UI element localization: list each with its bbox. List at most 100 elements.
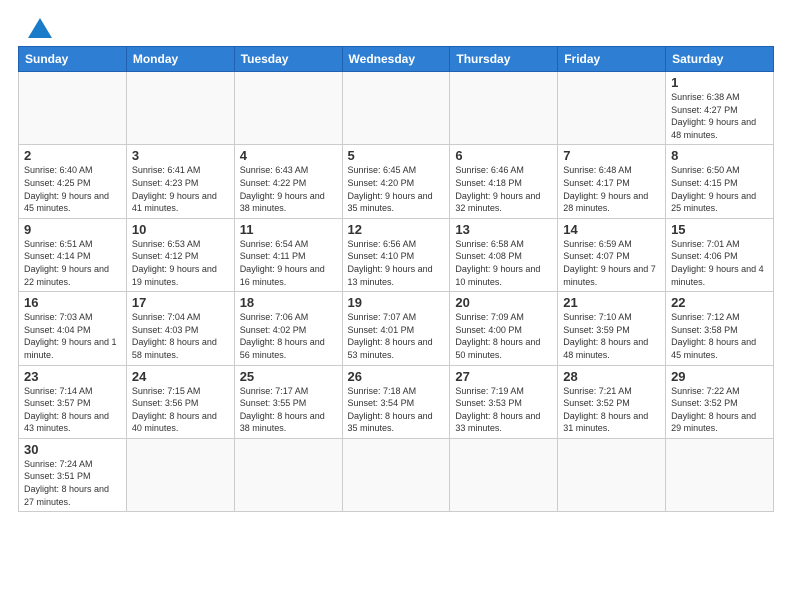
weekday-header-row: SundayMondayTuesdayWednesdayThursdayFrid… <box>19 47 774 72</box>
week-row-1: 1Sunrise: 6:38 AM Sunset: 4:27 PM Daylig… <box>19 72 774 145</box>
day-number: 12 <box>348 222 445 237</box>
day-cell: 19Sunrise: 7:07 AM Sunset: 4:01 PM Dayli… <box>342 292 450 365</box>
day-number: 9 <box>24 222 121 237</box>
day-cell: 1Sunrise: 6:38 AM Sunset: 4:27 PM Daylig… <box>666 72 774 145</box>
day-info: Sunrise: 7:19 AM Sunset: 3:53 PM Dayligh… <box>455 385 552 435</box>
day-cell: 21Sunrise: 7:10 AM Sunset: 3:59 PM Dayli… <box>558 292 666 365</box>
day-info: Sunrise: 6:59 AM Sunset: 4:07 PM Dayligh… <box>563 238 660 288</box>
header <box>18 18 774 38</box>
day-number: 10 <box>132 222 229 237</box>
day-cell: 20Sunrise: 7:09 AM Sunset: 4:00 PM Dayli… <box>450 292 558 365</box>
day-cell: 24Sunrise: 7:15 AM Sunset: 3:56 PM Dayli… <box>126 365 234 438</box>
week-row-5: 23Sunrise: 7:14 AM Sunset: 3:57 PM Dayli… <box>19 365 774 438</box>
weekday-header-thursday: Thursday <box>450 47 558 72</box>
day-info: Sunrise: 7:12 AM Sunset: 3:58 PM Dayligh… <box>671 311 768 361</box>
day-info: Sunrise: 7:06 AM Sunset: 4:02 PM Dayligh… <box>240 311 337 361</box>
day-cell <box>342 72 450 145</box>
day-info: Sunrise: 6:43 AM Sunset: 4:22 PM Dayligh… <box>240 164 337 214</box>
day-info: Sunrise: 6:56 AM Sunset: 4:10 PM Dayligh… <box>348 238 445 288</box>
day-cell <box>234 438 342 511</box>
day-cell: 9Sunrise: 6:51 AM Sunset: 4:14 PM Daylig… <box>19 218 127 291</box>
day-cell: 3Sunrise: 6:41 AM Sunset: 4:23 PM Daylig… <box>126 145 234 218</box>
day-info: Sunrise: 6:48 AM Sunset: 4:17 PM Dayligh… <box>563 164 660 214</box>
weekday-header-tuesday: Tuesday <box>234 47 342 72</box>
week-row-2: 2Sunrise: 6:40 AM Sunset: 4:25 PM Daylig… <box>19 145 774 218</box>
day-info: Sunrise: 7:01 AM Sunset: 4:06 PM Dayligh… <box>671 238 768 288</box>
day-cell: 4Sunrise: 6:43 AM Sunset: 4:22 PM Daylig… <box>234 145 342 218</box>
day-cell: 23Sunrise: 7:14 AM Sunset: 3:57 PM Dayli… <box>19 365 127 438</box>
day-number: 6 <box>455 148 552 163</box>
day-info: Sunrise: 7:03 AM Sunset: 4:04 PM Dayligh… <box>24 311 121 361</box>
day-cell: 18Sunrise: 7:06 AM Sunset: 4:02 PM Dayli… <box>234 292 342 365</box>
day-number: 18 <box>240 295 337 310</box>
day-cell <box>342 438 450 511</box>
day-cell: 8Sunrise: 6:50 AM Sunset: 4:15 PM Daylig… <box>666 145 774 218</box>
day-number: 26 <box>348 369 445 384</box>
day-number: 20 <box>455 295 552 310</box>
day-cell: 22Sunrise: 7:12 AM Sunset: 3:58 PM Dayli… <box>666 292 774 365</box>
day-number: 13 <box>455 222 552 237</box>
day-cell <box>126 72 234 145</box>
day-info: Sunrise: 6:58 AM Sunset: 4:08 PM Dayligh… <box>455 238 552 288</box>
day-cell: 13Sunrise: 6:58 AM Sunset: 4:08 PM Dayli… <box>450 218 558 291</box>
day-number: 14 <box>563 222 660 237</box>
day-cell: 30Sunrise: 7:24 AM Sunset: 3:51 PM Dayli… <box>19 438 127 511</box>
week-row-3: 9Sunrise: 6:51 AM Sunset: 4:14 PM Daylig… <box>19 218 774 291</box>
day-number: 23 <box>24 369 121 384</box>
day-cell: 10Sunrise: 6:53 AM Sunset: 4:12 PM Dayli… <box>126 218 234 291</box>
day-cell <box>666 438 774 511</box>
day-info: Sunrise: 7:17 AM Sunset: 3:55 PM Dayligh… <box>240 385 337 435</box>
day-info: Sunrise: 7:15 AM Sunset: 3:56 PM Dayligh… <box>132 385 229 435</box>
day-number: 4 <box>240 148 337 163</box>
day-info: Sunrise: 6:46 AM Sunset: 4:18 PM Dayligh… <box>455 164 552 214</box>
day-number: 5 <box>348 148 445 163</box>
day-cell: 27Sunrise: 7:19 AM Sunset: 3:53 PM Dayli… <box>450 365 558 438</box>
day-number: 25 <box>240 369 337 384</box>
day-info: Sunrise: 7:18 AM Sunset: 3:54 PM Dayligh… <box>348 385 445 435</box>
day-cell: 2Sunrise: 6:40 AM Sunset: 4:25 PM Daylig… <box>19 145 127 218</box>
day-info: Sunrise: 6:40 AM Sunset: 4:25 PM Dayligh… <box>24 164 121 214</box>
logo-triangle-icon <box>28 18 52 38</box>
day-info: Sunrise: 7:10 AM Sunset: 3:59 PM Dayligh… <box>563 311 660 361</box>
day-cell: 29Sunrise: 7:22 AM Sunset: 3:52 PM Dayli… <box>666 365 774 438</box>
day-cell: 17Sunrise: 7:04 AM Sunset: 4:03 PM Dayli… <box>126 292 234 365</box>
day-number: 2 <box>24 148 121 163</box>
day-cell: 26Sunrise: 7:18 AM Sunset: 3:54 PM Dayli… <box>342 365 450 438</box>
logo <box>18 18 52 38</box>
day-number: 8 <box>671 148 768 163</box>
day-cell: 6Sunrise: 6:46 AM Sunset: 4:18 PM Daylig… <box>450 145 558 218</box>
day-info: Sunrise: 6:53 AM Sunset: 4:12 PM Dayligh… <box>132 238 229 288</box>
weekday-header-saturday: Saturday <box>666 47 774 72</box>
day-info: Sunrise: 7:07 AM Sunset: 4:01 PM Dayligh… <box>348 311 445 361</box>
day-info: Sunrise: 6:51 AM Sunset: 4:14 PM Dayligh… <box>24 238 121 288</box>
day-number: 30 <box>24 442 121 457</box>
day-cell: 14Sunrise: 6:59 AM Sunset: 4:07 PM Dayli… <box>558 218 666 291</box>
day-info: Sunrise: 7:21 AM Sunset: 3:52 PM Dayligh… <box>563 385 660 435</box>
day-info: Sunrise: 6:41 AM Sunset: 4:23 PM Dayligh… <box>132 164 229 214</box>
week-row-6: 30Sunrise: 7:24 AM Sunset: 3:51 PM Dayli… <box>19 438 774 511</box>
day-info: Sunrise: 6:50 AM Sunset: 4:15 PM Dayligh… <box>671 164 768 214</box>
day-number: 7 <box>563 148 660 163</box>
day-number: 19 <box>348 295 445 310</box>
day-info: Sunrise: 6:38 AM Sunset: 4:27 PM Dayligh… <box>671 91 768 141</box>
day-cell: 16Sunrise: 7:03 AM Sunset: 4:04 PM Dayli… <box>19 292 127 365</box>
day-info: Sunrise: 7:22 AM Sunset: 3:52 PM Dayligh… <box>671 385 768 435</box>
day-cell <box>450 72 558 145</box>
day-cell: 11Sunrise: 6:54 AM Sunset: 4:11 PM Dayli… <box>234 218 342 291</box>
page: SundayMondayTuesdayWednesdayThursdayFrid… <box>0 0 792 522</box>
day-number: 24 <box>132 369 229 384</box>
day-number: 17 <box>132 295 229 310</box>
day-cell: 5Sunrise: 6:45 AM Sunset: 4:20 PM Daylig… <box>342 145 450 218</box>
day-cell: 12Sunrise: 6:56 AM Sunset: 4:10 PM Dayli… <box>342 218 450 291</box>
day-cell: 28Sunrise: 7:21 AM Sunset: 3:52 PM Dayli… <box>558 365 666 438</box>
day-cell: 7Sunrise: 6:48 AM Sunset: 4:17 PM Daylig… <box>558 145 666 218</box>
day-number: 1 <box>671 75 768 90</box>
weekday-header-wednesday: Wednesday <box>342 47 450 72</box>
day-info: Sunrise: 7:14 AM Sunset: 3:57 PM Dayligh… <box>24 385 121 435</box>
day-number: 28 <box>563 369 660 384</box>
day-info: Sunrise: 7:24 AM Sunset: 3:51 PM Dayligh… <box>24 458 121 508</box>
day-number: 29 <box>671 369 768 384</box>
week-row-4: 16Sunrise: 7:03 AM Sunset: 4:04 PM Dayli… <box>19 292 774 365</box>
day-cell: 15Sunrise: 7:01 AM Sunset: 4:06 PM Dayli… <box>666 218 774 291</box>
weekday-header-sunday: Sunday <box>19 47 127 72</box>
